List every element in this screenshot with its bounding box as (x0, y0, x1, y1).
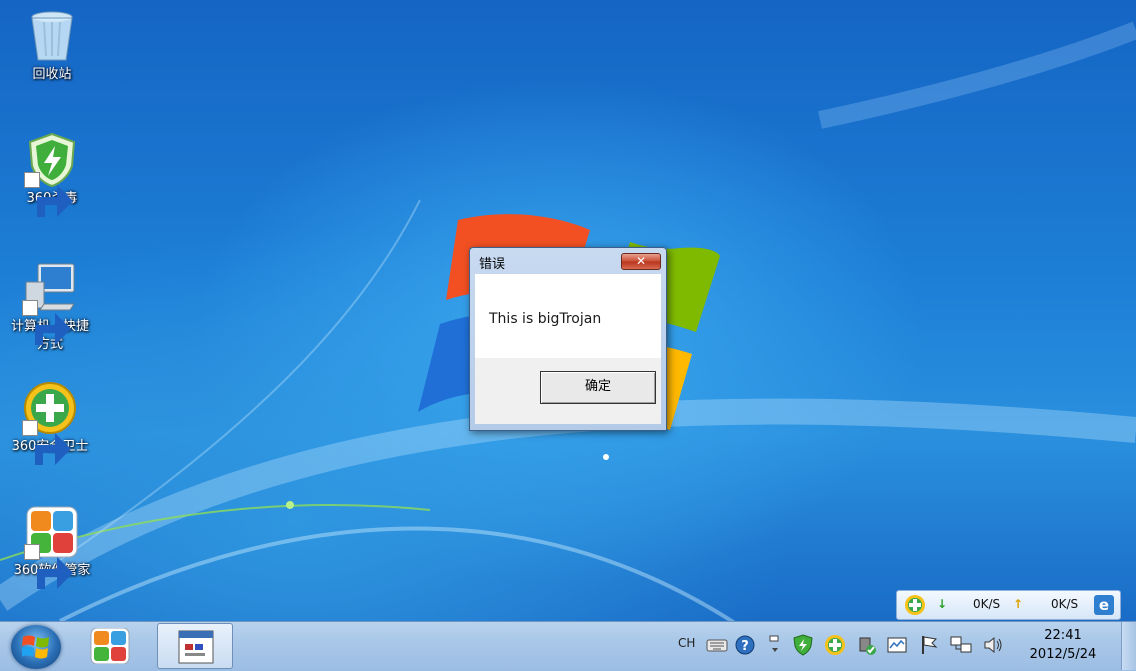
dialog-body: This is bigTrojan 确定 (475, 274, 661, 424)
ime-options-icon[interactable] (764, 634, 786, 656)
desktop-icon-360-antivirus[interactable]: 360杀毒 (2, 132, 102, 217)
taskbar-error-window[interactable] (157, 623, 233, 669)
shortcut-arrow-icon (24, 172, 73, 217)
dialog-title: 错误 (479, 257, 506, 272)
360-software-manager-icon (24, 504, 80, 589)
volume-icon[interactable] (982, 634, 1004, 656)
recycle-bin-icon (24, 8, 80, 64)
360-safeguard-icon (22, 380, 78, 465)
360-safeguard-tray-icon[interactable] (824, 634, 846, 656)
application-window-icon (178, 630, 214, 664)
download-speed: 0K/S (973, 597, 1001, 611)
svg-text:e: e (1099, 596, 1109, 614)
upload-arrow-icon: ↑ (1013, 597, 1024, 611)
taskbar: CH ? 22:41 2012/5/24 (0, 621, 1136, 671)
network-icon[interactable] (950, 634, 972, 656)
windows-logo-icon (22, 635, 49, 659)
language-indicator[interactable]: CH (678, 636, 695, 650)
desktop: 回收站 360杀毒 计算机 - 快捷 方式 (0, 0, 1136, 621)
clock-time: 22:41 (1044, 628, 1082, 643)
desktop-icon-recycle-bin[interactable]: 回收站 (2, 8, 102, 84)
show-desktop-button[interactable] (1121, 622, 1136, 670)
keyboard-icon[interactable] (706, 634, 728, 656)
performance-monitor-icon[interactable] (886, 634, 908, 656)
shortcut-arrow-icon (22, 420, 71, 465)
start-button[interactable] (11, 625, 61, 669)
close-button[interactable]: ✕ (621, 253, 661, 270)
shortcut-arrow-icon (24, 544, 73, 589)
download-arrow-icon: ↓ (937, 597, 948, 611)
desktop-icon-computer[interactable]: 计算机 - 快捷 方式 (0, 260, 100, 354)
dialog-titlebar[interactable]: 错误 ✕ (470, 248, 666, 274)
dialog-footer: 确定 (475, 358, 661, 424)
close-icon: ✕ (635, 254, 647, 268)
action-center-flag-icon[interactable] (918, 634, 940, 656)
dialog-message: This is bigTrojan (489, 311, 602, 327)
360-software-manager-icon (90, 628, 130, 664)
computer-icon (22, 260, 78, 345)
upload-speed: 0K/S (1051, 597, 1079, 611)
ie-icon[interactable]: e (1093, 594, 1115, 619)
ok-button[interactable]: 确定 (540, 371, 656, 404)
desktop-icon-360-software-manager[interactable]: 360软件管家 (2, 504, 102, 589)
error-dialog: 错误 ✕ This is bigTrojan 确定 (469, 247, 667, 431)
360-antivirus-icon (24, 132, 80, 217)
network-speed-widget[interactable]: ↓ 0K/S ↑ 0K/S e (896, 590, 1121, 620)
clock-date: 2012/5/24 (1029, 647, 1097, 662)
taskbar-360-software-manager[interactable] (72, 623, 148, 669)
svg-text:?: ? (741, 639, 749, 654)
360-floating-icon[interactable] (903, 594, 927, 619)
360-shield-icon[interactable] (792, 634, 814, 656)
desktop-icon-360-safeguard[interactable]: 360安全卫士 (0, 380, 100, 465)
safely-remove-hardware-icon[interactable] (856, 634, 878, 656)
desktop-icon-label: 回收站 (32, 67, 72, 82)
system-clock[interactable]: 22:41 2012/5/24 (1020, 626, 1106, 664)
help-icon[interactable]: ? (734, 634, 756, 656)
shortcut-arrow-icon (22, 300, 71, 345)
